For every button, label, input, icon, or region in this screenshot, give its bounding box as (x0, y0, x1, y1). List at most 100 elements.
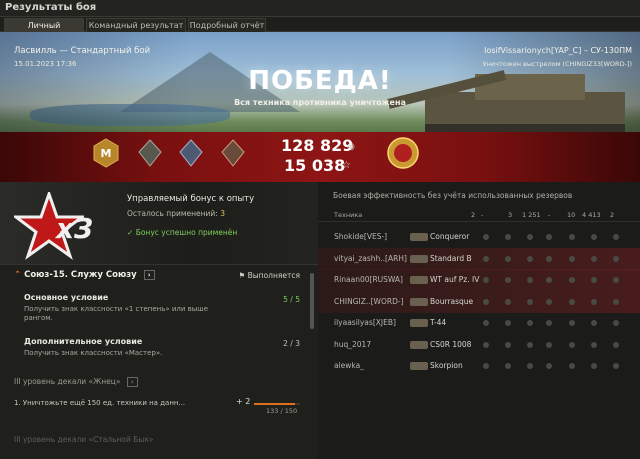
table-row[interactable]: Rinaan00[RUSWA] WT auf Pz. IV (318, 269, 640, 291)
main-condition-count: 5 / 5 (283, 295, 300, 304)
tank-icon (410, 233, 428, 241)
decal-section-2[interactable]: III уровень декали «Стальной Бык» (14, 435, 153, 444)
decal-section[interactable]: III уровень декали «Жнец» › (14, 377, 138, 387)
stat-icon (527, 363, 533, 369)
stat-icon (527, 255, 533, 262)
bonus-applied: ✓ Бонус успешно применён (127, 228, 237, 237)
stat-icon (613, 363, 619, 369)
tank-icon (410, 254, 428, 263)
decal-task: 1. Уничтожьте ещё 150 ед. техники на дан… (14, 399, 186, 407)
stat-icon (505, 341, 511, 348)
table-row[interactable]: Shokide[VES-] Conqueror (318, 226, 640, 248)
stat-icon (613, 255, 619, 262)
stat-icon (527, 341, 533, 348)
player-name: Shokide[VES-] (334, 232, 388, 241)
stat-icon (613, 341, 619, 348)
tank-name: Bourrasque (430, 296, 474, 306)
tank-icon (410, 340, 428, 349)
window-title: Результаты боя (5, 2, 97, 13)
stat-icon (505, 277, 511, 283)
table-row[interactable]: vityai_zashh..[ARH] Standard B (318, 247, 640, 270)
stat-icon (591, 298, 597, 305)
stat-icon (527, 277, 533, 283)
tank-name: Standard B (430, 253, 472, 263)
tab-bar: Личный результат Командный результат Под… (0, 17, 640, 44)
tank-name: Conqueror (430, 232, 470, 241)
stat-icon (591, 234, 597, 240)
task-progress-track (254, 403, 300, 405)
stat-icon (505, 363, 511, 369)
table-row[interactable]: huq_2017 CS0R 1008 (318, 334, 640, 356)
stat-icon (591, 320, 597, 326)
stat-icon (483, 320, 489, 326)
stat-icon (483, 298, 489, 305)
stat-icon (591, 363, 597, 369)
svg-text:M: M (101, 147, 112, 160)
mastery-badge-icon[interactable]: M (93, 138, 119, 168)
stat-icon (483, 341, 489, 348)
tank-icon (410, 297, 428, 306)
tab-team[interactable]: Командный результат (86, 18, 186, 32)
efficiency-panel: Боевая эффективность без учёта использов… (318, 182, 640, 459)
bonus-remaining-value: 3 (220, 209, 225, 218)
tank-name: Skorpion (430, 361, 463, 370)
stat-icon (546, 363, 552, 369)
left-panel: x3 Управляемый бонус к опыту Осталось пр… (0, 182, 318, 459)
tank-name: CS0R 1008 (430, 339, 472, 349)
decal-section-title: III уровень декали «Жнец» (14, 377, 121, 386)
stat-icon (546, 255, 552, 262)
bonus-remaining-label: Осталось применений: (127, 209, 218, 218)
col-header: 4 413 (582, 211, 601, 219)
col-header: 10 (567, 211, 576, 219)
tab-details[interactable]: Подробный отчёт (188, 18, 266, 32)
mission-header[interactable]: ⌃ Союз-15. Служу Союзу › (14, 270, 155, 280)
stat-icon (527, 234, 533, 240)
col-header: 3 (508, 211, 513, 219)
efficiency-title: Боевая эффективность без учёта использов… (333, 191, 573, 200)
hero-banner: Ласвилль — Стандартный бой 15.01.2023 17… (0, 32, 640, 182)
stat-icon (569, 234, 575, 240)
stat-icon (569, 363, 575, 369)
col-vehicle: Техника (334, 211, 363, 219)
result-title: ПОБЕДА! (248, 66, 392, 96)
col-header: 2 (610, 211, 615, 219)
extra-condition-desc: Получить знак классности «Мастер». (24, 349, 163, 357)
col-header: 2 (471, 211, 476, 219)
arrow-right-icon[interactable]: › (126, 377, 138, 387)
stat-icon (483, 363, 489, 369)
class-mark-icon[interactable] (386, 136, 420, 170)
table-row[interactable]: alewka_ Skorpion (318, 355, 640, 377)
task-progress-label: 133 / 150 (266, 407, 298, 415)
tank-name: WT auf Pz. IV (430, 275, 480, 284)
tab-personal[interactable]: Личный результат (4, 18, 84, 44)
player-name: huq_2017 (334, 339, 372, 349)
stat-icon (483, 277, 489, 283)
stat-icon (613, 298, 619, 305)
achievement-icon[interactable] (220, 138, 246, 168)
bonus-remaining: Осталось применений: 3 (127, 209, 225, 218)
stat-icon (505, 320, 511, 326)
table-row[interactable]: ilyaasilyas[XJEB] T-44 (318, 312, 640, 334)
stat-icon (546, 341, 552, 348)
stat-icon (613, 277, 619, 283)
stat-icon (569, 277, 575, 283)
tank-icon (410, 319, 428, 327)
stat-icon (527, 298, 533, 305)
table-row[interactable]: CHINGIZ..[WORD-] Bourrasque (318, 290, 640, 313)
window-titlebar: Результаты боя (0, 0, 640, 17)
arrow-right-icon[interactable]: › (143, 270, 155, 280)
stat-icon (527, 320, 533, 326)
tank-name: T-44 (430, 318, 447, 327)
stat-icon (546, 298, 552, 305)
credits-earned: 128 829 (281, 136, 354, 155)
checkmark-icon: ✓ (127, 228, 134, 237)
achievement-icon[interactable] (178, 138, 204, 168)
stat-icon (546, 320, 552, 326)
achievement-icon[interactable] (137, 138, 163, 168)
chevron-up-icon[interactable]: ⌃ (14, 270, 21, 280)
battle-results-window: Результаты боя Личный результат Командны… (0, 0, 640, 459)
stat-icon (483, 255, 489, 262)
scrollbar-thumb[interactable] (310, 273, 314, 329)
bonus-applied-label: Бонус успешно применён (135, 228, 238, 237)
col-header: - (481, 211, 484, 219)
